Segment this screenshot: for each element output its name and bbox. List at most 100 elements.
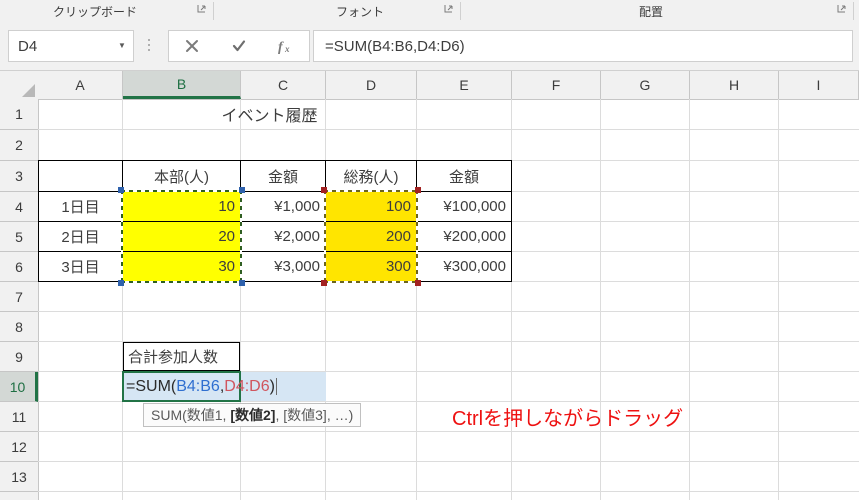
column-header-i-label: I [816, 77, 821, 93]
ribbon-group-clipboard-label: クリップボード [52, 4, 137, 19]
column-header-c[interactable]: C [241, 71, 326, 99]
cell-a4-day-label[interactable]: 1日目 [39, 192, 122, 221]
alignment-dialog-launcher-icon[interactable] [836, 4, 849, 17]
row-header-8-label: 8 [15, 318, 23, 335]
cell-canvas[interactable]: イベント履歴 本部(人) 金額 総務(人) 金額 1日目 10 ¥1,000 1… [38, 99, 859, 500]
ribbon-group-font: フォント [220, 0, 500, 22]
tooltip-prefix: SUM(数値1, [151, 407, 231, 423]
range-handle-b-top-left[interactable] [118, 187, 124, 193]
formula-bar-zone: D4 ▼ f x =SUM(B4:B6,D4:D6) [0, 22, 859, 71]
cell-e5-amount[interactable]: ¥200,000 [417, 222, 511, 251]
excel-window: クリップボード フォント 配置 D4 ▼ f x =SUM(B4:B6,D4:D… [0, 0, 859, 500]
column-header-g[interactable]: G [601, 71, 690, 99]
row-header-5-label: 5 [15, 228, 23, 245]
row-header-11[interactable]: 11 [0, 402, 38, 432]
gridline-h-12 [38, 461, 859, 462]
range-handle-b-bottom-left[interactable] [118, 280, 124, 286]
select-all-corner-button[interactable] [0, 71, 39, 99]
cell-b6-honbu[interactable]: 30 [123, 252, 240, 281]
row-header-6[interactable]: 6 [0, 252, 38, 282]
formula-input[interactable]: =SUM(B4:B6,D4:D6) [313, 30, 853, 62]
column-header-h[interactable]: H [690, 71, 779, 99]
cell-d6-soumu[interactable]: 300 [326, 252, 416, 281]
cell-c3-header-amount[interactable]: 金額 [241, 161, 325, 191]
row-header-1[interactable]: 1 [0, 99, 38, 130]
row-header-12[interactable]: 12 [0, 432, 38, 462]
row-header-column: 1 2 3 4 5 6 7 8 9 10 11 12 13 [0, 99, 39, 500]
cell-b5-honbu[interactable]: 20 [123, 222, 240, 251]
cell-c5-amount[interactable]: ¥2,000 [241, 222, 325, 251]
formula-token-prefix: =SUM( [126, 377, 177, 395]
range-handle-b-bottom-right[interactable] [239, 280, 245, 286]
tooltip-suffix: , [数値3], …) [275, 407, 354, 423]
clipboard-dialog-launcher-icon[interactable] [196, 4, 209, 17]
row-header-5[interactable]: 5 [0, 222, 38, 252]
cell-d4-soumu[interactable]: 100 [326, 192, 416, 221]
row-header-9-label: 9 [15, 348, 23, 365]
cell-e3-header-amount[interactable]: 金額 [417, 161, 511, 191]
column-header-a-label: A [75, 77, 85, 93]
insert-function-icon[interactable]: f x [262, 32, 309, 60]
range-handle-d-top-right[interactable] [415, 187, 421, 193]
row-header-7[interactable]: 7 [0, 282, 38, 312]
cell-a6-day-label[interactable]: 3日目 [39, 252, 122, 281]
column-header-d[interactable]: D [326, 71, 417, 99]
row-header-4-label: 4 [15, 198, 23, 215]
cell-b10-formula[interactable]: =SUM(B4:B6, D4:D6) [126, 372, 277, 401]
range-handle-d-bottom-left[interactable] [321, 280, 327, 286]
enter-icon[interactable] [216, 32, 263, 60]
range-handle-d-bottom-right[interactable] [415, 280, 421, 286]
row-header-2[interactable]: 2 [0, 130, 38, 161]
row-header-9[interactable]: 9 [0, 342, 38, 372]
cell-a5-day-label[interactable]: 2日目 [39, 222, 122, 251]
row-header-2-label: 2 [15, 137, 23, 153]
instruction-annotation: Ctrlを押しながらドラッグ [452, 408, 684, 430]
column-header-a[interactable]: A [38, 71, 123, 99]
column-header-e[interactable]: E [417, 71, 512, 99]
column-header-b-label: B [176, 75, 187, 92]
cell-c6-amount[interactable]: ¥3,000 [241, 252, 325, 281]
table-border-r6-bottom [38, 281, 511, 282]
row-header-4[interactable]: 4 [0, 192, 38, 222]
cell-c4-amount[interactable]: ¥1,000 [241, 192, 325, 221]
row-header-8[interactable]: 8 [0, 312, 38, 342]
cell-title[interactable]: イベント履歴 [123, 99, 416, 129]
name-box[interactable]: D4 ▼ [8, 30, 134, 62]
tooltip-bold-arg: [数値2] [230, 407, 276, 423]
select-all-triangle-icon [22, 84, 35, 97]
formula-bar-grip-handle[interactable] [148, 39, 151, 53]
formula-bar-buttons: f x [168, 30, 310, 62]
range-handle-d-top-left[interactable] [321, 187, 327, 193]
formula-token-range1: B4:B6 [176, 377, 220, 395]
gridline-h-11 [38, 431, 859, 432]
font-dialog-launcher-icon[interactable] [443, 4, 456, 17]
column-header-b[interactable]: B [123, 71, 241, 99]
cell-e6-amount[interactable]: ¥300,000 [417, 252, 511, 281]
row-header-10[interactable]: 10 [0, 372, 38, 402]
row-header-11-label: 11 [11, 408, 27, 425]
formula-input-value: =SUM(B4:B6,D4:D6) [325, 37, 465, 55]
row-header-3[interactable]: 3 [0, 161, 38, 192]
ribbon-group-font-label: フォント [335, 4, 384, 19]
cell-b4-honbu[interactable]: 10 [123, 192, 240, 221]
name-box-chevron-down-icon[interactable]: ▼ [111, 31, 133, 61]
row-header-10-label: 10 [9, 378, 26, 395]
cell-b9-total-label[interactable]: 合計参加人数 [123, 342, 240, 371]
cell-b3-header-honbu[interactable]: 本部(人) [123, 161, 240, 191]
column-header-e-label: E [459, 77, 469, 93]
column-header-i[interactable]: I [779, 71, 859, 99]
row-header-7-label: 7 [15, 288, 23, 305]
cancel-icon[interactable] [169, 32, 216, 60]
text-caret [275, 378, 277, 395]
cell-d5-soumu[interactable]: 200 [326, 222, 416, 251]
row-header-13[interactable]: 13 [0, 462, 38, 492]
row-header-6-label: 6 [15, 258, 23, 275]
column-header-f[interactable]: F [512, 71, 601, 99]
cell-d3-header-soumu[interactable]: 総務(人) [326, 161, 416, 191]
column-header-c-label: C [277, 77, 289, 93]
gridline-h-7 [38, 311, 859, 312]
range-handle-b-top-right[interactable] [239, 187, 245, 193]
table-border-right [511, 160, 512, 282]
row-header-3-label: 3 [15, 168, 23, 184]
cell-e4-amount[interactable]: ¥100,000 [417, 192, 511, 221]
